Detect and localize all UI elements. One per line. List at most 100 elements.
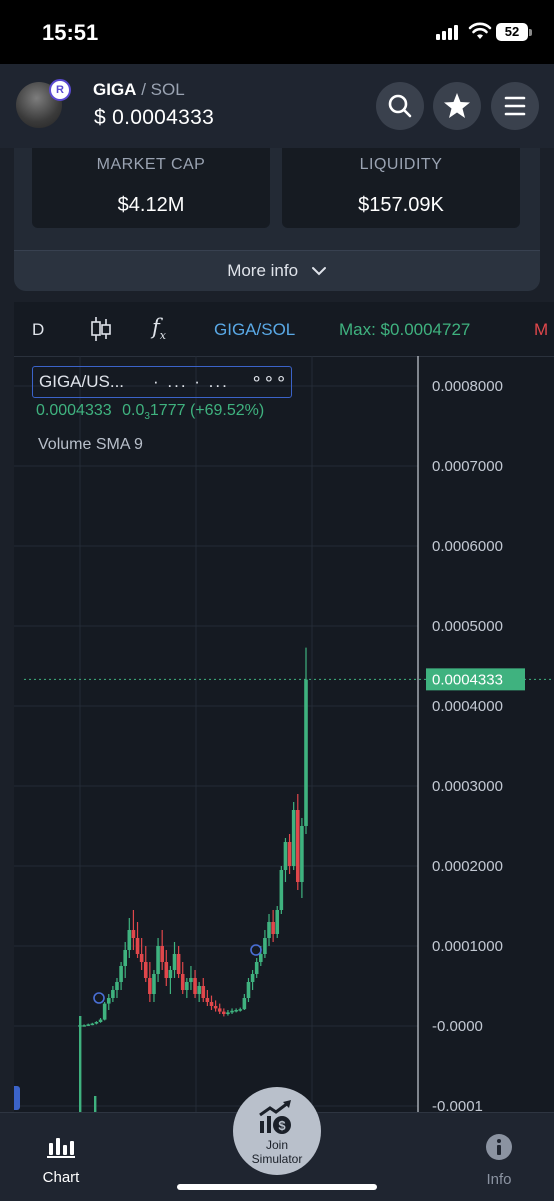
candle-body (172, 954, 177, 970)
candle-body (160, 946, 164, 962)
y-axis-tick-label: -0.0001 (432, 1098, 483, 1112)
y-axis-tick-label: 0.0005000 (432, 618, 503, 635)
candle-body (106, 998, 111, 1004)
market-cap-value: $4.12M (117, 194, 185, 216)
side-drawer-handle[interactable] (14, 1086, 20, 1110)
candle-body (156, 946, 160, 974)
candle-body (152, 974, 156, 994)
tab-chart[interactable]: Chart (21, 1133, 101, 1186)
market-cap-label: MARKET CAP (96, 156, 206, 173)
dex-badge-icon: R (49, 79, 71, 101)
bar-chart-icon (47, 1138, 75, 1158)
candlestick-type-icon[interactable] (90, 316, 112, 342)
candle-body (123, 950, 127, 966)
search-button[interactable] (376, 82, 424, 130)
price-chart-panel: D fx GIGA/SOL Max: $0.0004727 M 0.000800… (14, 302, 554, 1112)
candle-body (135, 938, 140, 954)
candle-body (271, 922, 275, 934)
volume-bar (79, 1016, 82, 1112)
token-header: R GIGA / SOL $ 0.0004333 (0, 64, 554, 148)
token-symbol: GIGA (93, 80, 137, 99)
info-icon (486, 1134, 512, 1160)
candle-body (111, 990, 115, 998)
join-simulator-button[interactable]: $ Join Simulator (233, 1087, 321, 1175)
candle-body (304, 679, 308, 826)
volume-bar (94, 1096, 97, 1112)
candle-body (275, 910, 280, 934)
candle-body (226, 1012, 230, 1014)
legend-symbol: GIGA/US... (39, 372, 125, 391)
y-axis-tick-label: 0.0001000 (432, 938, 503, 955)
wifi-icon (468, 22, 492, 39)
candle-body (259, 954, 263, 962)
liquidity-value: $157.09K (358, 194, 444, 216)
menu-button[interactable] (491, 82, 539, 130)
y-axis-tick-label: -0.0000 (432, 1018, 483, 1035)
candle-body (246, 982, 251, 998)
quote-symbol: SOL (150, 80, 185, 99)
search-icon (388, 94, 412, 118)
candle-body (295, 810, 300, 882)
y-axis-tick-label: 0.0008000 (432, 378, 503, 395)
chart-toolbar: D fx GIGA/SOL Max: $0.0004727 M (14, 302, 554, 357)
tab-info[interactable]: Info (459, 1133, 539, 1188)
y-axis-tick-label: 0.0006000 (432, 538, 503, 555)
candle-body (127, 930, 132, 950)
candle-body (176, 954, 181, 974)
max-price-label: Max: $0.0004727 (339, 320, 471, 339)
candle-body (209, 1002, 214, 1006)
status-bar: 15:51 52 (0, 0, 554, 64)
interval-selector[interactable]: D (32, 320, 44, 340)
candle-body (287, 842, 292, 866)
candle-body (148, 978, 152, 994)
home-indicator (177, 1184, 377, 1190)
cellular-signal-icon (436, 25, 458, 40)
chevron-down-icon (311, 267, 326, 276)
candle-body (139, 954, 144, 962)
candle-body (189, 978, 193, 982)
candle-body (291, 810, 296, 866)
favorite-button[interactable] (433, 82, 481, 130)
stats-panel: MARKET CAP $4.12M LIQUIDITY $157.09K Mor… (14, 148, 540, 291)
status-time: 15:51 (42, 20, 99, 45)
indicators-fx-icon[interactable]: fx (152, 315, 166, 342)
legend-ellipsis: · ... · ... (153, 372, 229, 391)
liquidity-card: LIQUIDITY $157.09K (282, 148, 520, 228)
candle-body (201, 986, 206, 998)
candle-body (131, 930, 136, 938)
candle-body (222, 1011, 226, 1014)
candle-body (254, 962, 259, 974)
candle-body (230, 1010, 234, 1013)
candle-body (300, 826, 304, 882)
candle-body (263, 938, 267, 954)
candle-body (205, 998, 210, 1002)
candlestick-chart[interactable]: 0.0008000 0.0007000 0.0006000 0.0005000 0.00… (14, 356, 554, 1112)
symbol-legend[interactable]: GIGA/US... · ... · ... ∘∘∘ (32, 366, 292, 398)
svg-text:$: $ (278, 1118, 286, 1133)
legend-values: 0.0004333 0.031777 (+69.52%) (36, 402, 264, 422)
toolbar-overflow-label: M (534, 320, 549, 339)
simulator-label-line2: Simulator (251, 1152, 303, 1166)
simulator-growth-icon: $ (259, 1100, 291, 1134)
battery-level: 52 (496, 23, 528, 41)
pair-title: GIGA / SOL (93, 80, 185, 100)
candle-body (267, 922, 271, 938)
candle-body (234, 1010, 238, 1012)
legend-change: 0.031777 (122, 402, 186, 423)
more-info-button[interactable]: More info (14, 250, 540, 291)
tab-chart-label: Chart (42, 1169, 80, 1186)
candle-body (242, 998, 247, 1010)
candle-body (119, 966, 123, 982)
candle-body (82, 1025, 86, 1027)
liquidity-label: LIQUIDITY (359, 156, 443, 173)
event-marker (93, 992, 105, 1004)
y-axis-tick-label: 0.0002000 (432, 858, 503, 875)
pair-toggle[interactable]: GIGA/SOL (214, 320, 295, 340)
legend-options-icon[interactable]: ∘∘∘ (251, 368, 288, 389)
y-axis-tick-label: 0.0004000 (432, 698, 503, 715)
candle-body (213, 1006, 218, 1009)
candle-body (98, 1019, 103, 1022)
market-cap-card: MARKET CAP $4.12M (32, 148, 270, 228)
legend-change-pct: (+69.52%) (189, 402, 265, 419)
star-icon (444, 93, 470, 118)
